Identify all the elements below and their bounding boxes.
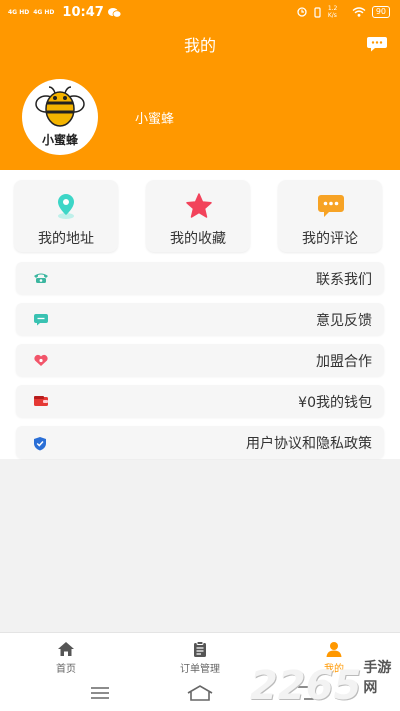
clock: 10:47 — [62, 5, 104, 20]
location-pin-icon — [58, 194, 74, 219]
wallet-balance-label: ¥0我的钱包 — [298, 395, 372, 411]
menu-item-wallet[interactable]: ¥0我的钱包 — [16, 385, 384, 417]
my-favorites-tile[interactable]: 我的收藏 — [146, 180, 250, 252]
star-icon — [186, 193, 212, 218]
tab-order-management-label: 订单管理 — [180, 664, 220, 675]
my-address-tile[interactable]: 我的地址 — [14, 180, 118, 252]
menu-item-label: 联系我们 — [316, 272, 372, 288]
menu-item-partnership[interactable]: 加盟合作 — [16, 344, 384, 376]
wallet-icon — [34, 396, 48, 406]
home-icon — [58, 642, 74, 656]
avatar-logo-text: 小蜜蜂 — [41, 133, 78, 147]
handshake-icon — [34, 354, 48, 366]
my-comments-label: 我的评论 — [302, 231, 358, 247]
shield-icon — [34, 437, 46, 451]
page-title: 我的 — [183, 36, 216, 55]
watermark-text: 手游网 — [363, 660, 392, 696]
status-bar: 4G HD 4G HD 10:47 1.2 K/s 90 — [0, 0, 400, 26]
network-speed: 1.2 K/s — [327, 5, 338, 19]
menu-item-label: 加盟合作 — [316, 354, 372, 370]
menu-item-user-agreement[interactable]: 用户协议和隐私政策 — [16, 426, 384, 458]
alarm-icon — [297, 7, 307, 17]
phone-icon — [34, 273, 48, 283]
watermark-number: 2265 — [250, 663, 362, 709]
menu-item-contact-us[interactable]: 联系我们 — [16, 262, 384, 294]
network-indicator-1: 4G HD — [8, 9, 30, 16]
comment-icon — [318, 195, 344, 217]
message-icon[interactable] — [366, 35, 388, 53]
tab-home[interactable]: 首页 — [26, 633, 106, 679]
menu-item-label: 用户协议和隐私政策 — [246, 436, 372, 452]
wifi-icon — [352, 7, 366, 17]
tab-order-management[interactable]: 订单管理 — [160, 633, 240, 679]
my-address-label: 我的地址 — [38, 231, 94, 247]
clipboard-icon — [194, 641, 206, 657]
avatar[interactable]: 小蜜蜂 — [22, 79, 98, 155]
battery-icon: 90 — [371, 6, 390, 18]
feedback-icon — [34, 314, 48, 326]
wechat-icon — [107, 8, 121, 18]
home-nav-icon[interactable] — [186, 684, 214, 702]
my-favorites-label: 我的收藏 — [170, 231, 226, 247]
network-indicator-2: 4G HD — [33, 9, 55, 16]
my-comments-tile[interactable]: 我的评论 — [278, 180, 382, 252]
tab-home-label: 首页 — [56, 664, 76, 675]
menu-item-feedback[interactable]: 意见反馈 — [16, 303, 384, 335]
vibrate-icon — [314, 6, 321, 18]
menu-item-label: 意见反馈 — [316, 313, 372, 329]
site-watermark: 2265 手游网 — [250, 652, 400, 708]
username[interactable]: 小蜜蜂 — [135, 108, 174, 127]
profile-header: 4G HD 4G HD 10:47 1.2 K/s 90 我的 小蜜蜂 小蜜蜂 — [0, 0, 400, 170]
menu-icon[interactable] — [90, 686, 110, 700]
